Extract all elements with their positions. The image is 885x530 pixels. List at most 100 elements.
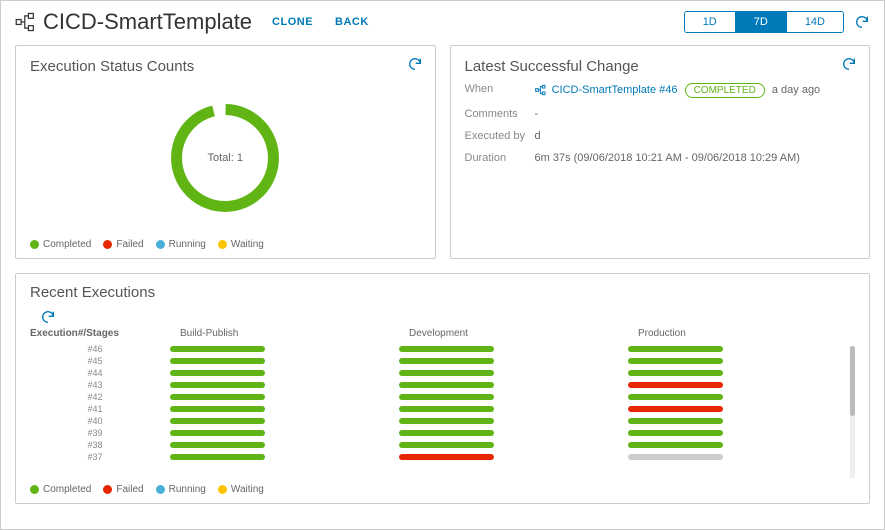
stage-cell <box>389 358 618 364</box>
stage-bar <box>170 394 265 400</box>
change-link[interactable]: CICD-SmartTemplate #46 <box>552 84 678 96</box>
stage-cell <box>160 442 389 448</box>
stage-bar <box>628 394 723 400</box>
status-legend: Completed Failed Running Waiting <box>30 233 421 250</box>
duration-label: Duration <box>465 152 535 164</box>
stage-cell <box>618 394 847 400</box>
legend-waiting: Waiting <box>231 239 264 250</box>
refresh-icon[interactable] <box>854 14 870 30</box>
stage-cell <box>160 382 389 388</box>
comments-label: Comments <box>465 108 535 120</box>
back-link[interactable]: BACK <box>335 16 369 28</box>
stage-cell <box>389 406 618 412</box>
time-range-1d[interactable]: 1D <box>685 12 735 32</box>
stage-cell <box>389 346 618 352</box>
stage-cell <box>618 406 847 412</box>
execution-id: #45 <box>30 356 160 366</box>
table-row[interactable]: #39 <box>30 427 847 439</box>
execution-id: #39 <box>30 428 160 438</box>
stage-cell <box>618 442 847 448</box>
stage-cell <box>160 346 389 352</box>
stage-bar <box>170 406 265 412</box>
table-row[interactable]: #37 <box>30 451 847 463</box>
stage-bar <box>170 382 265 388</box>
refresh-icon[interactable] <box>841 56 857 72</box>
stage-bar <box>628 442 723 448</box>
stage-bar <box>628 370 723 376</box>
stage-bar <box>399 406 494 412</box>
dot-icon <box>156 485 165 494</box>
execution-id: #42 <box>30 392 160 402</box>
pipeline-icon <box>15 11 37 33</box>
scrollbar-track[interactable] <box>850 346 855 478</box>
stage-bar <box>628 358 723 364</box>
refresh-icon[interactable] <box>407 56 423 72</box>
table-row[interactable]: #40 <box>30 415 847 427</box>
table-row[interactable]: #42 <box>30 391 847 403</box>
refresh-icon[interactable] <box>40 309 56 325</box>
scrollbar-thumb[interactable] <box>850 346 855 416</box>
stage-cell <box>160 454 389 460</box>
legend-running: Running <box>169 484 206 495</box>
stage-cell <box>160 418 389 424</box>
legend-waiting: Waiting <box>231 484 264 495</box>
stage-bar <box>399 442 494 448</box>
stage-bar <box>399 418 494 424</box>
executed-by-value: d <box>535 130 856 142</box>
dot-icon <box>218 240 227 249</box>
stage-bar <box>628 418 723 424</box>
time-range-14d[interactable]: 14D <box>786 12 843 32</box>
panel-title: Execution Status Counts <box>30 58 421 75</box>
legend-running: Running <box>169 239 206 250</box>
stage-bar <box>170 346 265 352</box>
when-ago: a day ago <box>772 84 820 96</box>
recent-legend: Completed Failed Running Waiting <box>30 478 855 495</box>
table-row[interactable]: #43 <box>30 379 847 391</box>
dot-icon <box>30 485 39 494</box>
stage-cell <box>389 454 618 460</box>
stage-bar <box>628 406 723 412</box>
execution-id: #46 <box>30 344 160 354</box>
stage-cell <box>618 382 847 388</box>
stage-cell <box>160 394 389 400</box>
time-range-7d[interactable]: 7D <box>735 12 786 32</box>
clone-link[interactable]: CLONE <box>272 16 313 28</box>
table-row[interactable]: #44 <box>30 367 847 379</box>
stage-bar <box>628 430 723 436</box>
execution-id: #43 <box>30 380 160 390</box>
stage-cell <box>618 370 847 376</box>
execution-id: #44 <box>30 368 160 378</box>
stage-bar <box>399 382 494 388</box>
pipeline-icon <box>535 84 547 96</box>
table-header: Execution#/Stages Build-Publish Developm… <box>30 328 847 343</box>
legend-completed: Completed <box>43 484 91 495</box>
stage-cell <box>618 346 847 352</box>
stage-cell <box>389 430 618 436</box>
when-value: CICD-SmartTemplate #46 COMPLETED a day a… <box>535 83 856 98</box>
table-row[interactable]: #41 <box>30 403 847 415</box>
stage-bar <box>399 454 494 460</box>
stage-bar <box>399 394 494 400</box>
execution-id: #38 <box>30 440 160 450</box>
donut-total-label: Total: 1 <box>208 152 243 164</box>
stage-cell <box>389 394 618 400</box>
stage-bar <box>628 454 723 460</box>
legend-failed: Failed <box>116 484 143 495</box>
stage-cell <box>160 358 389 364</box>
stage-bar <box>170 430 265 436</box>
stage-cell <box>618 418 847 424</box>
when-label: When <box>465 83 535 98</box>
stage-bar <box>399 358 494 364</box>
stage-cell <box>389 442 618 448</box>
dot-icon <box>156 240 165 249</box>
table-row[interactable]: #45 <box>30 355 847 367</box>
table-row[interactable]: #46 <box>30 343 847 355</box>
table-row[interactable]: #38 <box>30 439 847 451</box>
execution-id: #41 <box>30 404 160 414</box>
stage-cell <box>389 382 618 388</box>
stage-bar <box>399 430 494 436</box>
execution-id: #37 <box>30 452 160 462</box>
stage-cell <box>160 370 389 376</box>
dot-icon <box>30 240 39 249</box>
dot-icon <box>103 485 112 494</box>
